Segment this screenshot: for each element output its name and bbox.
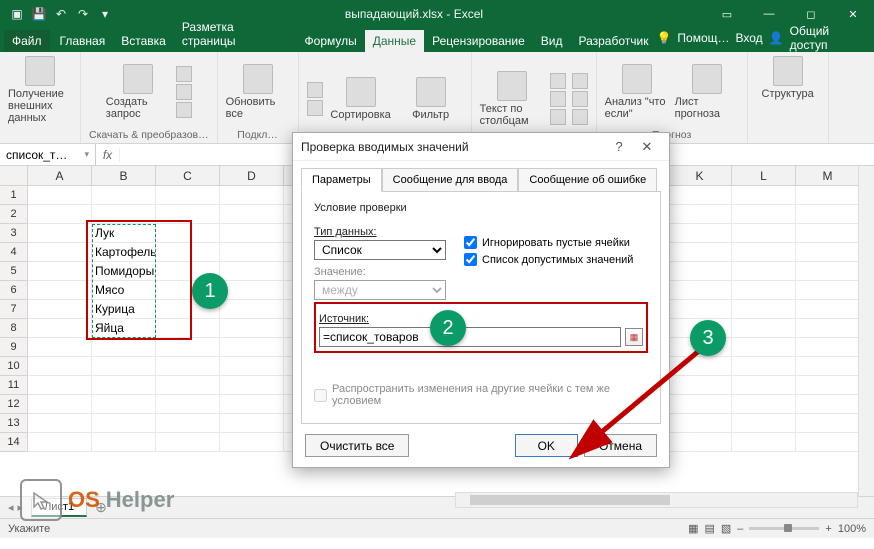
share-label[interactable]: Общий доступ <box>790 24 866 52</box>
zoom-slider[interactable] <box>749 527 819 530</box>
view-pagelayout-icon[interactable]: ▤ <box>704 522 714 535</box>
quick-access-toolbar: ▣ 💾 ↶ ↷ ▾ <box>0 7 122 21</box>
data-validation-icon[interactable] <box>550 109 566 125</box>
select-all-corner[interactable] <box>0 166 28 185</box>
cell-b5: Помидоры <box>92 262 156 281</box>
filter-button[interactable]: Фильтр <box>399 77 463 121</box>
dialog-close-icon[interactable]: ✕ <box>633 139 661 155</box>
tab-data[interactable]: Данные <box>365 30 424 52</box>
annotation-callout-3: 3 <box>690 320 726 356</box>
zoom-out-icon[interactable]: – <box>737 523 743 535</box>
ignore-blank-checkbox[interactable] <box>464 236 477 249</box>
dialog-title: Проверка вводимых значений <box>301 140 605 154</box>
window-title: выпадающий.xlsx - Excel <box>122 7 706 21</box>
tab-developer[interactable]: Разработчик <box>570 30 656 52</box>
horizontal-scrollbar[interactable] <box>455 492 858 508</box>
save-icon[interactable]: 💾 <box>32 7 46 21</box>
zoom-level[interactable]: 100% <box>838 523 866 535</box>
cell-b4: Картофель <box>92 243 156 262</box>
sort-za-icon[interactable] <box>307 100 323 116</box>
in-cell-dropdown-checkbox[interactable] <box>464 253 477 266</box>
watermark-logo: OSHelper <box>20 479 174 521</box>
tell-me-label[interactable]: Помощ… <box>677 31 729 45</box>
annotation-arrow <box>560 340 720 470</box>
outline-button[interactable]: Структура <box>756 56 820 100</box>
dialog-help-icon[interactable]: ? <box>605 139 633 154</box>
annotation-callout-1: 1 <box>192 273 228 309</box>
recent-sources-icon[interactable] <box>176 102 192 118</box>
show-queries-icon[interactable] <box>176 66 192 82</box>
dialog-tab-error[interactable]: Сообщение об ошибке <box>518 168 657 192</box>
new-query-button[interactable]: Создать запрос <box>106 64 170 120</box>
from-table-icon[interactable] <box>176 84 192 100</box>
tab-home[interactable]: Главная <box>52 30 114 52</box>
forecast-sheet-button[interactable]: Лист прогноза <box>675 64 739 120</box>
ignore-blank-label: Игнорировать пустые ячейки <box>482 237 630 249</box>
col-header[interactable]: D <box>220 166 284 185</box>
tab-layout[interactable]: Разметка страницы <box>174 16 297 52</box>
status-bar: Укажите ▦ ▤ ▧ – + 100% <box>0 518 874 538</box>
data-model-icon[interactable] <box>572 109 588 125</box>
status-mode: Укажите <box>8 523 50 535</box>
cell-b3: Лук <box>92 224 156 243</box>
zoom-in-icon[interactable]: + <box>825 523 831 535</box>
cell-b6: Мясо <box>92 281 156 300</box>
remove-dupes-icon[interactable] <box>550 91 566 107</box>
signin-label[interactable]: Вход <box>736 31 763 45</box>
refresh-all-button[interactable]: Обновить все <box>226 64 290 120</box>
ribbon-tabs: Файл Главная Вставка Разметка страницы Ф… <box>0 28 874 52</box>
view-normal-icon[interactable]: ▦ <box>688 522 698 535</box>
view-pagebreak-icon[interactable]: ▧ <box>721 522 731 535</box>
col-header[interactable]: C <box>156 166 220 185</box>
vertical-scrollbar[interactable] <box>858 166 874 496</box>
tab-insert[interactable]: Вставка <box>113 30 174 52</box>
relationships-icon[interactable] <box>572 91 588 107</box>
tab-file[interactable]: Файл <box>4 30 50 52</box>
name-box[interactable]: список_т…▾ <box>0 144 96 165</box>
qat-dropdown-icon[interactable]: ▾ <box>98 7 112 21</box>
type-label: Тип данных: <box>314 226 464 238</box>
validation-section-label: Условие проверки <box>314 202 648 214</box>
source-label: Источник: <box>319 313 643 325</box>
annotation-callout-2: 2 <box>430 310 466 346</box>
col-header[interactable]: A <box>28 166 92 185</box>
cell-b8: Яйца <box>92 319 156 338</box>
share-icon: 👤 <box>769 31 784 45</box>
col-header[interactable]: L <box>732 166 796 185</box>
clear-all-button[interactable]: Очистить все <box>305 434 409 457</box>
sheet-nav-prev-icon[interactable]: ◂ <box>8 501 14 514</box>
tab-formulas[interactable]: Формулы <box>297 30 365 52</box>
undo-icon[interactable]: ↶ <box>54 7 68 21</box>
tab-view[interactable]: Вид <box>533 30 571 52</box>
type-select[interactable]: Список <box>314 240 446 260</box>
sort-az-icon[interactable] <box>307 82 323 98</box>
excel-icon: ▣ <box>10 7 24 21</box>
consolidate-icon[interactable] <box>572 73 588 89</box>
tell-me-icon[interactable]: 💡 <box>656 31 671 45</box>
redo-icon[interactable]: ↷ <box>76 7 90 21</box>
ribbon: Получение внешних данных Создать запрос … <box>0 52 874 144</box>
tab-review[interactable]: Рецензирование <box>424 30 533 52</box>
col-header[interactable]: B <box>92 166 156 185</box>
sort-button[interactable]: Сортировка <box>329 77 393 121</box>
fx-icon[interactable]: fx <box>96 148 120 162</box>
in-cell-dropdown-label: Список допустимых значений <box>482 254 633 266</box>
flash-fill-icon[interactable] <box>550 73 566 89</box>
cell-b7: Курица <box>92 300 156 319</box>
text-to-columns-button[interactable]: Текст по столбцам <box>480 71 544 127</box>
col-header[interactable]: K <box>668 166 732 185</box>
col-header[interactable]: M <box>796 166 860 185</box>
between-select: между <box>314 280 446 300</box>
get-external-data-button[interactable]: Получение внешних данных <box>8 56 72 124</box>
whatif-button[interactable]: Анализ "что если" <box>605 64 669 120</box>
dialog-tab-settings[interactable]: Параметры <box>301 168 382 192</box>
dialog-tab-input-msg[interactable]: Сообщение для ввода <box>382 168 519 192</box>
between-label: Значение: <box>314 266 464 278</box>
propagate-checkbox <box>314 389 327 402</box>
cursor-icon <box>20 479 62 521</box>
